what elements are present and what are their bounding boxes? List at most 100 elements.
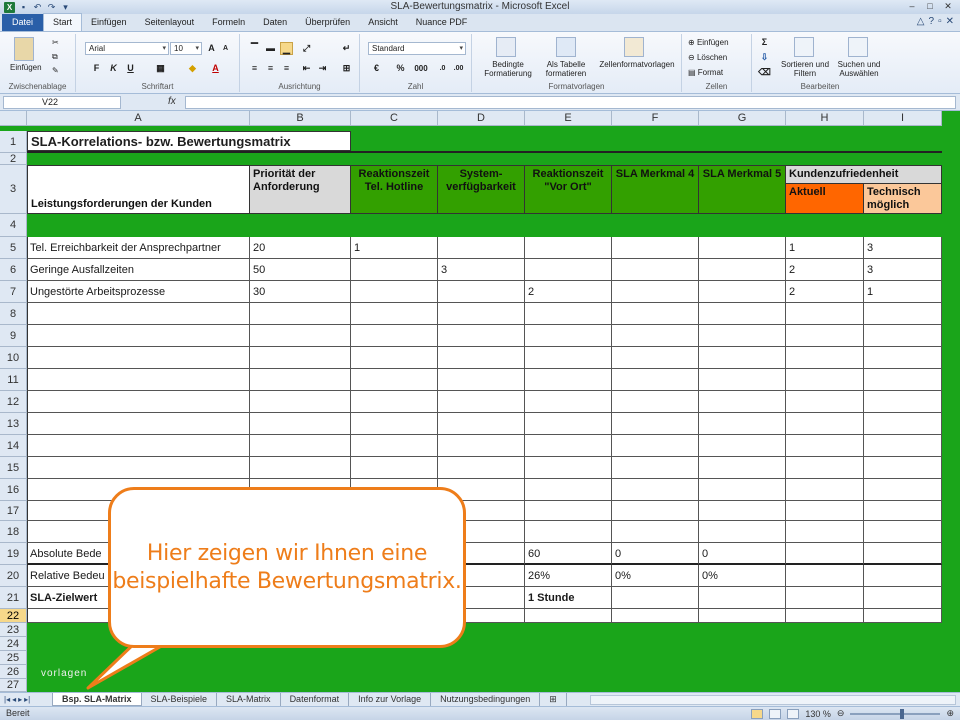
cell-i16[interactable] xyxy=(864,479,942,501)
row-header-5[interactable]: 5 xyxy=(0,237,27,259)
row-header-22[interactable]: 22 xyxy=(0,609,27,623)
cell-g9[interactable] xyxy=(699,325,786,347)
sheet-tab-sla-beispiele[interactable]: SLA-Beispiele xyxy=(142,693,218,706)
cell-i15[interactable] xyxy=(864,457,942,479)
cell-h12[interactable] xyxy=(786,391,864,413)
first-sheet-icon[interactable]: |◂ xyxy=(4,695,10,704)
cell-e17[interactable] xyxy=(525,501,612,521)
cell-g16[interactable] xyxy=(699,479,786,501)
cell-b11[interactable] xyxy=(250,369,351,391)
row-header-23[interactable]: 23 xyxy=(0,623,27,637)
cell-f22[interactable] xyxy=(612,609,699,623)
cell-i22[interactable] xyxy=(864,609,942,623)
sort-filter-button[interactable]: Sortieren und Filtern xyxy=(778,60,832,78)
merge-cells-icon[interactable]: ⊞ xyxy=(340,62,353,75)
cell-g10[interactable] xyxy=(699,347,786,369)
absolute-bedeutung-e[interactable]: 60 xyxy=(525,543,612,565)
cell-f17[interactable] xyxy=(612,501,699,521)
cell-c12[interactable] xyxy=(351,391,438,413)
cell-h9[interactable] xyxy=(786,325,864,347)
tab-ueberpruefen[interactable]: Überprüfen xyxy=(296,14,359,31)
row-header-20[interactable]: 20 xyxy=(0,565,27,587)
tab-datei[interactable]: Datei xyxy=(2,14,44,31)
align-bottom-icon[interactable]: ▁ xyxy=(280,42,293,55)
row-header-21[interactable]: 21 xyxy=(0,587,27,609)
font-color-icon[interactable]: A xyxy=(209,62,222,75)
page-layout-view-icon[interactable] xyxy=(769,708,782,719)
cell-a14[interactable] xyxy=(27,435,250,457)
cell-c10[interactable] xyxy=(351,347,438,369)
align-middle-icon[interactable]: ▬ xyxy=(264,42,277,55)
header-leistungsforderungen[interactable]: Leistungsforderungen der Kunden xyxy=(27,165,250,214)
next-sheet-icon[interactable]: ▸ xyxy=(18,695,22,704)
cell-d13[interactable] xyxy=(438,413,525,435)
zoom-out-icon[interactable]: ⊖ xyxy=(837,708,845,719)
cell-b14[interactable] xyxy=(250,435,351,457)
row-header-19[interactable]: 19 xyxy=(0,543,27,565)
percent-button[interactable]: % xyxy=(394,62,407,75)
formula-input[interactable] xyxy=(185,96,956,109)
cell-f16[interactable] xyxy=(612,479,699,501)
cell-c11[interactable] xyxy=(351,369,438,391)
cell-b10[interactable] xyxy=(250,347,351,369)
column-header-i[interactable]: I xyxy=(864,111,942,126)
cell-e13[interactable] xyxy=(525,413,612,435)
format-as-table-icon[interactable] xyxy=(556,37,576,57)
cell-h8[interactable] xyxy=(786,303,864,325)
cell-i21[interactable] xyxy=(864,587,942,609)
redo-icon[interactable]: ↷ xyxy=(46,2,57,12)
tab-nuance-pdf[interactable]: Nuance PDF xyxy=(407,14,477,31)
cell-e16[interactable] xyxy=(525,479,612,501)
relative-bedeutung-g[interactable]: 0% xyxy=(699,565,786,587)
row-header-12[interactable]: 12 xyxy=(0,391,27,413)
align-right-icon[interactable]: ≡ xyxy=(280,62,293,75)
format-painter-icon[interactable]: ✎ xyxy=(52,66,59,75)
column-header-h[interactable]: H xyxy=(786,111,864,126)
cell-f12[interactable] xyxy=(612,391,699,413)
cell-i8[interactable] xyxy=(864,303,942,325)
cell-b9[interactable] xyxy=(250,325,351,347)
column-header-d[interactable]: D xyxy=(438,111,525,126)
cell-e22[interactable] xyxy=(525,609,612,623)
cell-h22[interactable] xyxy=(786,609,864,623)
cell-a13[interactable] xyxy=(27,413,250,435)
sort-filter-icon[interactable] xyxy=(794,37,814,57)
cell-f14[interactable] xyxy=(612,435,699,457)
row-header-7[interactable]: 7 xyxy=(0,281,27,303)
cell-h18[interactable] xyxy=(786,521,864,543)
tab-seitenlayout[interactable]: Seitenlayout xyxy=(136,14,204,31)
row-header-6[interactable]: 6 xyxy=(0,259,27,281)
cell-h16[interactable] xyxy=(786,479,864,501)
cell-h11[interactable] xyxy=(786,369,864,391)
last-sheet-icon[interactable]: ▸| xyxy=(24,695,30,704)
find-select-icon[interactable] xyxy=(848,37,868,57)
column-header-b[interactable]: B xyxy=(250,111,351,126)
delete-cells-button[interactable]: ⊖ Löschen xyxy=(688,53,727,62)
cell-f13[interactable] xyxy=(612,413,699,435)
cell-styles-icon[interactable] xyxy=(624,37,644,57)
paste-icon[interactable] xyxy=(14,37,34,61)
cell-i18[interactable] xyxy=(864,521,942,543)
cell-f18[interactable] xyxy=(612,521,699,543)
cell-d11[interactable] xyxy=(438,369,525,391)
increase-decimal-icon[interactable]: .0 xyxy=(436,62,449,75)
thousands-button[interactable]: 000 xyxy=(412,62,430,75)
cell-h14[interactable] xyxy=(786,435,864,457)
minimize-ribbon-icon[interactable]: △ xyxy=(917,16,925,27)
cell-a11[interactable] xyxy=(27,369,250,391)
column-header-g[interactable]: G xyxy=(699,111,786,126)
shrink-font-icon[interactable]: A xyxy=(219,42,232,55)
column-header-e[interactable]: E xyxy=(525,111,612,126)
row-header-1[interactable]: 1 xyxy=(0,131,27,153)
cell-d15[interactable] xyxy=(438,457,525,479)
cell-i17[interactable] xyxy=(864,501,942,521)
cell-a8[interactable] xyxy=(27,303,250,325)
cell-g15[interactable] xyxy=(699,457,786,479)
find-select-button[interactable]: Suchen und Auswählen xyxy=(832,60,886,78)
cell-h15[interactable] xyxy=(786,457,864,479)
cell-e8[interactable] xyxy=(525,303,612,325)
row-header-2[interactable]: 2 xyxy=(0,153,27,165)
cell-d8[interactable] xyxy=(438,303,525,325)
cell-g17[interactable] xyxy=(699,501,786,521)
cell-f21[interactable] xyxy=(612,587,699,609)
